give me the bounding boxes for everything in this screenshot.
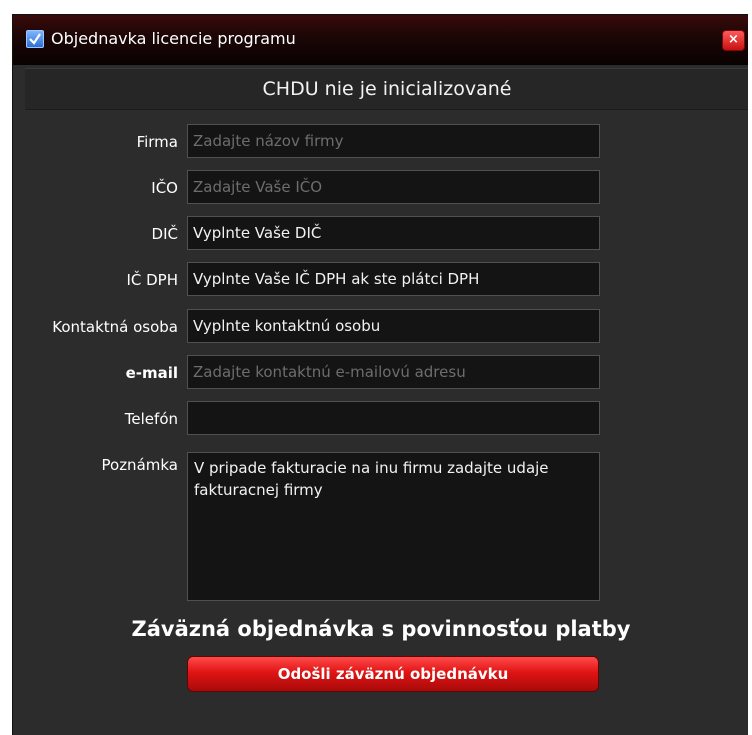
ic-dph-input[interactable]: Vyplnte Vaše IČ DPH ak ste plátci DPH xyxy=(187,262,600,296)
label-email: e-mail xyxy=(125,364,178,382)
label-dic: DIČ xyxy=(151,225,178,243)
note-textarea[interactable]: V pripade fakturacie na inu firmu zadajt… xyxy=(187,452,600,601)
label-firma: Firma xyxy=(136,133,178,151)
checkmark-icon xyxy=(26,30,44,48)
label-phone: Telefón xyxy=(124,410,178,428)
company-input[interactable]: Zadajte názov firmy xyxy=(187,124,600,158)
submit-order-button[interactable]: Odošli záväznú objednávku xyxy=(187,656,599,692)
status-banner: CHDU nie je inicializované xyxy=(25,68,748,110)
phone-input[interactable] xyxy=(187,401,600,435)
binding-order-heading: Záväzná objednávka s povinnosťou platby xyxy=(131,617,631,641)
label-contact-person: Kontaktná osoba xyxy=(52,318,178,336)
window-title: Objednavka licencie programu xyxy=(51,29,296,48)
label-ic-dph: IČ DPH xyxy=(126,271,178,289)
order-dialog: Objednavka licencie programu × CHDU nie … xyxy=(12,14,748,735)
label-ico: IČO xyxy=(151,179,178,197)
dialog-content: CHDU nie je inicializované Firma Zadajte… xyxy=(13,65,748,735)
title-bar[interactable]: Objednavka licencie programu × xyxy=(13,15,748,65)
label-note: Poznámka xyxy=(101,456,179,474)
contact-person-input[interactable]: Vyplnte kontaktnú osobu xyxy=(187,309,600,343)
email-input[interactable]: Zadajte kontaktnú e-mailovú adresu xyxy=(187,355,600,389)
dic-input[interactable]: Vyplnte Vaše DIČ xyxy=(187,216,600,250)
ico-input[interactable]: Zadajte Vaše IČO xyxy=(187,170,600,204)
close-button[interactable]: × xyxy=(722,30,745,51)
